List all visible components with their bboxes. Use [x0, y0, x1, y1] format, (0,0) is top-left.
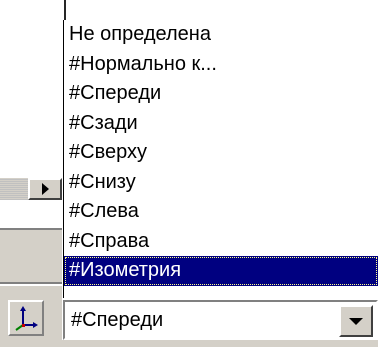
- list-item[interactable]: #Сверху: [64, 138, 378, 168]
- coordinate-axes-icon: [15, 306, 38, 331]
- view-orientation-panel: Не определена #Нормально к... #Спереди #…: [0, 0, 378, 347]
- combo-dropdown-button[interactable]: [339, 305, 373, 337]
- coordinate-axes-button[interactable]: [8, 300, 44, 336]
- list-item[interactable]: #Спереди: [64, 79, 378, 109]
- list-item[interactable]: #Слева: [64, 197, 378, 227]
- window-divider: [64, 0, 66, 20]
- view-combo-field[interactable]: #Спереди: [63, 300, 378, 340]
- view-combo-box[interactable]: #Спереди: [63, 300, 378, 340]
- triangle-down-icon: [349, 317, 363, 325]
- list-item-selected[interactable]: #Изометрия: [64, 256, 378, 286]
- combo-current-value: #Спереди: [71, 309, 164, 331]
- list-item[interactable]: #Снизу: [64, 168, 378, 198]
- panel-divider: [0, 228, 62, 230]
- bottom-border: [0, 340, 378, 347]
- list-item[interactable]: Не определена: [64, 20, 378, 50]
- list-item[interactable]: #Нормально к...: [64, 50, 378, 80]
- panel-divider: [0, 284, 62, 286]
- list-item[interactable]: #Справа: [64, 227, 378, 257]
- list-item[interactable]: #Сзади: [64, 109, 378, 139]
- view-dropdown-list: Не определена #Нормально к... #Спереди #…: [63, 20, 378, 298]
- toolbar-scroll-right-button[interactable]: [28, 178, 62, 200]
- triangle-right-icon: [41, 183, 49, 195]
